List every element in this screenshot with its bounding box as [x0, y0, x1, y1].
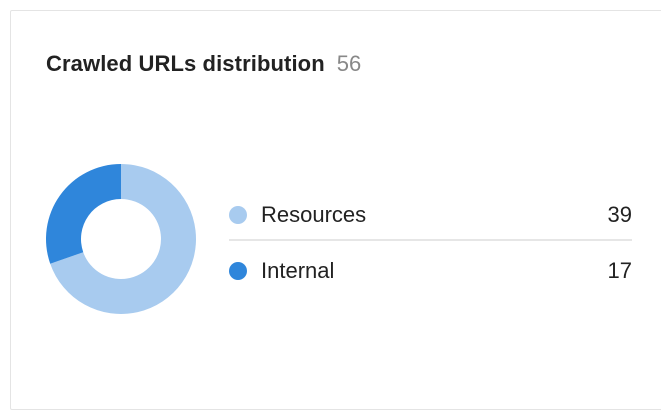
legend-item-resources[interactable]: Resources 39 — [229, 191, 632, 241]
chart-legend: Resources 39 Internal 17 — [229, 191, 632, 301]
legend-label: Resources — [261, 202, 367, 227]
legend-item-internal[interactable]: Internal 17 — [229, 241, 632, 301]
donut-chart — [45, 164, 196, 314]
legend-label: Internal — [261, 258, 335, 283]
donut-slice-internal[interactable] — [45, 164, 121, 264]
legend-value: 17 — [607, 258, 632, 283]
legend-swatch-resources — [229, 206, 247, 224]
legend-value: 39 — [607, 202, 632, 227]
crawled-urls-card: Crawled URLs distribution 56 Resources 3… — [10, 10, 661, 410]
legend-swatch-internal — [229, 262, 247, 280]
card-header: Crawled URLs distribution 56 — [46, 51, 361, 77]
card-title: Crawled URLs distribution — [46, 51, 325, 76]
total-count: 56 — [336, 51, 362, 76]
